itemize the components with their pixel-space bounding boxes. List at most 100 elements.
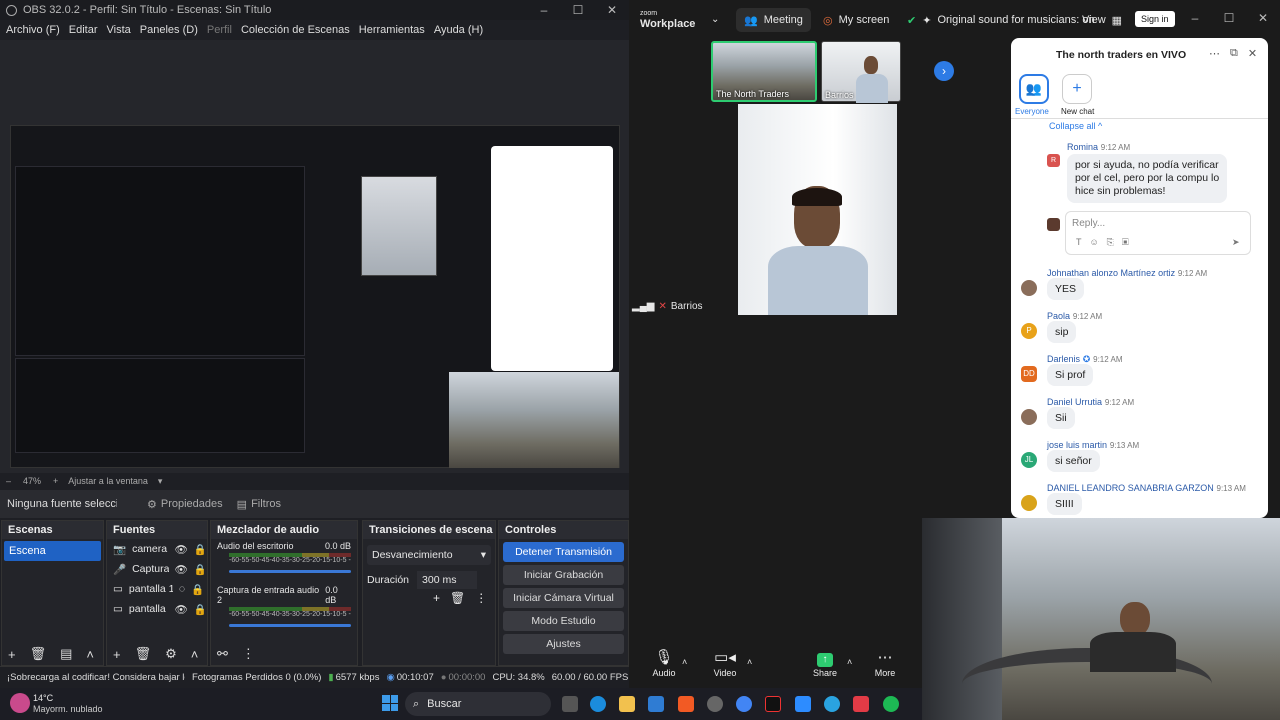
close-icon[interactable]: ✕ xyxy=(1248,47,1257,60)
menu-ayuda[interactable]: Ayuda (H) xyxy=(434,24,483,36)
source-item[interactable]: ▭ pantalla 2 👁 🔒 xyxy=(107,599,207,619)
source-item[interactable]: 🎤 Captura de 👁 🔒 xyxy=(107,559,207,579)
lock-icon[interactable]: 🔒 xyxy=(194,563,207,576)
reply-format-icons[interactable]: T☺⎘▣ xyxy=(1076,237,1137,248)
scene-item[interactable]: Escena xyxy=(4,541,101,561)
send-icon[interactable]: ➤ xyxy=(1232,237,1240,248)
filter-icon[interactable]: ▤ xyxy=(60,646,72,662)
menu-perfil[interactable]: Perfil xyxy=(207,24,232,36)
duration-input[interactable]: 300 ms xyxy=(417,571,478,589)
edge-icon[interactable] xyxy=(590,696,606,712)
app-icon[interactable] xyxy=(853,696,869,712)
collapse-all-link[interactable]: Collapse all ^ xyxy=(1049,121,1102,131)
maximize-icon[interactable]: ☐ xyxy=(1212,8,1246,28)
studio-mode-button[interactable]: Modo Estudio xyxy=(503,611,624,631)
lock-icon[interactable]: 🔒 xyxy=(194,543,207,556)
chevron-down-icon[interactable]: ⌄ xyxy=(711,14,719,25)
reply-input[interactable]: Reply... xyxy=(1072,218,1105,229)
next-page-icon[interactable]: › xyxy=(934,61,954,81)
minimize-icon[interactable]: – xyxy=(527,0,561,20)
maximize-icon[interactable]: ☐ xyxy=(561,0,595,20)
lock-icon[interactable]: 🔒 xyxy=(191,583,204,596)
add-icon[interactable]: + xyxy=(433,591,440,605)
shield-check-icon: ✔ xyxy=(907,14,917,27)
thumb-north-traders[interactable]: The North Traders xyxy=(711,41,817,102)
minimize-icon[interactable]: – xyxy=(1178,8,1212,28)
chevron-up-icon[interactable]: ˄ xyxy=(847,657,852,667)
volume-slider[interactable] xyxy=(229,570,351,573)
zoom-minus-icon[interactable]: – xyxy=(6,476,11,486)
spotify-icon[interactable] xyxy=(883,696,899,712)
menu-dots-icon[interactable]: ⋮ xyxy=(475,591,487,605)
transition-select[interactable]: Desvanecimiento ▾ xyxy=(367,545,491,565)
source-item[interactable]: ▭ pantalla 1 ◌ 🔒 xyxy=(107,579,207,599)
chevron-up-icon[interactable]: ˄ xyxy=(86,647,94,662)
zoom-plus-icon[interactable]: + xyxy=(53,476,58,486)
more-button[interactable]: ⋯ More xyxy=(863,648,907,678)
reply-box[interactable]: Reply... T☺⎘▣ ➤ xyxy=(1065,211,1251,255)
close-icon[interactable]: ✕ xyxy=(1246,8,1280,28)
start-icon[interactable] xyxy=(382,695,398,711)
file-explorer-icon[interactable] xyxy=(619,696,635,712)
everyone-button[interactable]: 👥 xyxy=(1019,74,1049,104)
add-icon[interactable]: + xyxy=(113,647,121,662)
zoom-taskbar-icon[interactable] xyxy=(795,696,811,712)
properties-button[interactable]: ⚙ Propiedades xyxy=(147,498,223,511)
start-recording-button[interactable]: Iniciar Grabación xyxy=(503,565,624,585)
chevron-up-icon[interactable]: ˄ xyxy=(682,657,687,667)
obs-taskbar-icon[interactable] xyxy=(707,696,723,712)
weather-widget[interactable]: 14°C Mayorm. nublado xyxy=(33,693,103,715)
video-button[interactable]: ▭◂ Video xyxy=(703,648,747,678)
mixer-channel: Captura de entrada audio 2 0.0 dB -60-55-… xyxy=(211,583,357,629)
thumb-barrios[interactable]: Barrios xyxy=(821,41,901,103)
gear-icon[interactable]: ⚙ xyxy=(165,646,177,662)
taskbar-search[interactable]: ⌕ Buscar xyxy=(405,692,551,716)
link-icon[interactable]: ⚯ xyxy=(217,646,228,662)
trash-icon[interactable]: 🗑 xyxy=(450,591,465,605)
filters-button[interactable]: ▤ Filtros xyxy=(237,498,281,511)
audio-button[interactable]: 🎙 Audio xyxy=(642,648,686,678)
original-sound-toggle[interactable]: ✔ ✦ Original sound for musicians: on xyxy=(899,8,1103,32)
stop-stream-button[interactable]: Detener Transmisión xyxy=(503,542,624,562)
popout-icon[interactable]: ⧉ xyxy=(1230,47,1238,60)
menu-editar[interactable]: Editar xyxy=(69,24,98,36)
source-item[interactable]: 📷 camera ob 👁 🔒 xyxy=(107,539,207,559)
tiktok-icon[interactable] xyxy=(765,696,781,712)
menu-vista[interactable]: Vista xyxy=(107,24,131,36)
fit-window-label[interactable]: Ajustar a la ventana xyxy=(68,476,148,486)
eye-icon[interactable]: 👁 xyxy=(175,543,188,556)
eye-hidden-icon[interactable]: ◌ xyxy=(179,583,185,595)
volume-slider[interactable] xyxy=(229,624,351,627)
fit-dropdown-icon[interactable]: ▾ xyxy=(158,476,163,487)
view-button[interactable]: View ▦ xyxy=(1074,8,1130,32)
obs-preview-canvas[interactable] xyxy=(0,40,629,473)
trash-icon[interactable]: 🗑 xyxy=(30,646,47,662)
trash-icon[interactable]: 🗑 xyxy=(135,646,152,662)
menu-herramientas[interactable]: Herramientas xyxy=(359,24,425,36)
sign-in-button[interactable]: Sign in xyxy=(1135,11,1175,27)
weather-icon[interactable] xyxy=(10,693,30,713)
eye-icon[interactable]: 👁 xyxy=(175,563,188,576)
menu-dots-icon[interactable]: ⋮ xyxy=(242,646,255,662)
chevron-up-icon[interactable]: ˄ xyxy=(191,647,199,662)
new-chat-button[interactable]: + xyxy=(1062,74,1092,104)
eye-icon[interactable]: 👁 xyxy=(175,603,188,616)
menu-coleccion[interactable]: Colección de Escenas xyxy=(241,24,350,36)
menu-archivo[interactable]: Archivo (F) xyxy=(6,24,60,36)
task-view-icon[interactable] xyxy=(562,696,578,712)
telegram-icon[interactable] xyxy=(824,696,840,712)
share-button[interactable]: ↑ Share xyxy=(803,648,847,678)
brave-icon[interactable] xyxy=(678,696,694,712)
close-icon[interactable]: ✕ xyxy=(595,0,629,20)
settings-button[interactable]: Ajustes xyxy=(503,634,624,654)
lock-icon[interactable]: 🔒 xyxy=(194,603,207,616)
tab-meeting[interactable]: 👥 Meeting xyxy=(736,8,811,32)
tab-my-screen[interactable]: ◎ My screen xyxy=(815,8,897,32)
add-icon[interactable]: + xyxy=(8,647,16,662)
store-icon[interactable] xyxy=(648,696,664,712)
more-dots-icon[interactable]: ⋯ xyxy=(1209,47,1220,60)
menu-paneles[interactable]: Paneles (D) xyxy=(140,24,198,36)
chrome-icon[interactable] xyxy=(736,696,752,712)
chevron-up-icon[interactable]: ˄ xyxy=(747,657,752,667)
start-virtual-camera-button[interactable]: Iniciar Cámara Virtual xyxy=(503,588,624,608)
